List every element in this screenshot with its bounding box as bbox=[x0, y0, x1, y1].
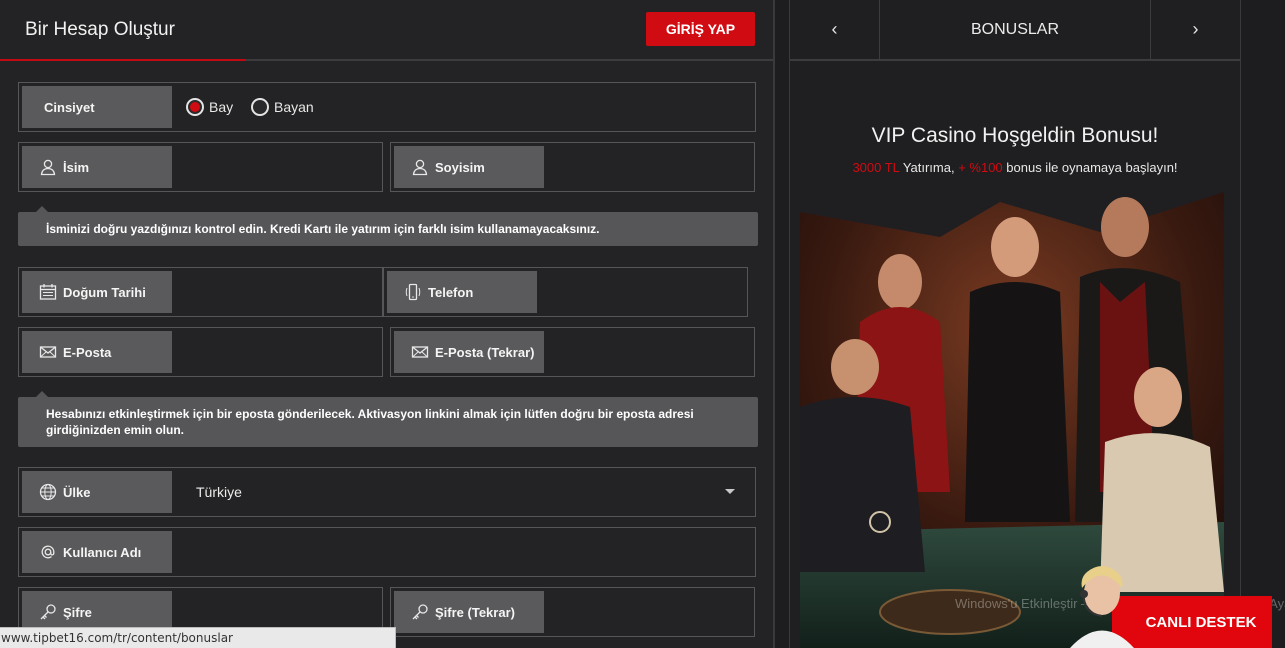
last-name-label: Soyisim bbox=[394, 146, 544, 188]
registration-header: Bir Hesap Oluştur GİRİŞ YAP bbox=[0, 0, 773, 61]
promo-title: VIP Casino Hoşgeldin Bonusu! bbox=[871, 124, 1159, 147]
gender-label: Cinsiyet bbox=[22, 86, 172, 128]
gender-field: Cinsiyet Bay Bayan bbox=[18, 82, 756, 132]
page-title: Bir Hesap Oluştur bbox=[25, 19, 175, 40]
username-label: Kullanıcı Adı bbox=[22, 531, 172, 573]
radio-female[interactable] bbox=[251, 98, 269, 116]
email-hint: Hesabınızı etkinleştirmek için bir epost… bbox=[18, 391, 758, 447]
password-repeat-label-text: Şifre (Tekrar) bbox=[435, 604, 515, 620]
username-field[interactable]: Kullanıcı Adı bbox=[18, 527, 756, 577]
birth-date-field[interactable]: Doğum Tarihi bbox=[18, 267, 383, 317]
name-hint: İsminizi doğru yazdığınızı kontrol edin.… bbox=[18, 206, 758, 246]
country-value[interactable]: Türkiye bbox=[196, 468, 242, 516]
phone-field[interactable]: Telefon bbox=[383, 267, 748, 317]
prev-button[interactable]: ‹ bbox=[790, 0, 880, 59]
gender-option-male[interactable]: Bay bbox=[186, 83, 233, 131]
birth-date-label-text: Doğum Tarihi bbox=[63, 284, 146, 300]
phone-icon bbox=[404, 283, 422, 301]
email-repeat-label-text: E-Posta (Tekrar) bbox=[435, 344, 535, 360]
password-repeat-field[interactable]: Şifre (Tekrar) bbox=[390, 587, 755, 637]
key-icon bbox=[411, 603, 429, 621]
country-label: Ülke bbox=[22, 471, 172, 513]
email-repeat-field[interactable]: E-Posta (Tekrar) bbox=[390, 327, 755, 377]
login-button[interactable]: GİRİŞ YAP bbox=[646, 12, 755, 46]
at-icon bbox=[39, 543, 57, 561]
last-name-field[interactable]: Soyisim bbox=[390, 142, 755, 192]
title-underline bbox=[0, 59, 245, 61]
password-repeat-label: Şifre (Tekrar) bbox=[394, 591, 544, 633]
radio-male[interactable] bbox=[186, 98, 204, 116]
phone-label-text: Telefon bbox=[428, 284, 474, 300]
promo-text-2: bonus ile oynamaya başlayın! bbox=[1002, 160, 1178, 175]
phone-label: Telefon bbox=[387, 271, 537, 313]
first-name-label: İsim bbox=[22, 146, 172, 188]
country-label-text: Ülke bbox=[63, 484, 91, 500]
promo-subtitle: 3000 TL Yatırıma, + %100 bonus ile oynam… bbox=[790, 160, 1240, 175]
globe-icon bbox=[39, 483, 57, 501]
email-label: E-Posta bbox=[22, 331, 172, 373]
gender-option-male-label: Bay bbox=[209, 99, 234, 115]
username-label-text: Kullanıcı Adı bbox=[63, 544, 142, 560]
support-agent-avatar bbox=[1062, 558, 1142, 648]
calendar-icon bbox=[39, 283, 57, 301]
email-field[interactable]: E-Posta bbox=[18, 327, 383, 377]
email-label-text: E-Posta bbox=[63, 344, 112, 360]
birth-date-label: Doğum Tarihi bbox=[22, 271, 172, 313]
promo-text-1: Yatırıma, bbox=[899, 160, 959, 175]
promo-bonus: + %100 bbox=[958, 160, 1003, 175]
email-repeat-label: E-Posta (Tekrar) bbox=[394, 331, 544, 373]
user-icon bbox=[39, 158, 57, 176]
first-name-field[interactable]: İsim bbox=[18, 142, 383, 192]
status-bar-url: www.tipbet16.com/tr/content/bonuslar bbox=[0, 627, 396, 648]
chevron-down-icon[interactable] bbox=[725, 489, 735, 494]
promo-amount: 3000 TL bbox=[852, 160, 900, 175]
country-select[interactable]: Ülke Türkiye bbox=[18, 467, 756, 517]
envelope-icon bbox=[39, 343, 57, 361]
gender-option-female[interactable]: Bayan bbox=[251, 83, 314, 131]
gender-option-female-label: Bayan bbox=[274, 99, 314, 115]
password-label-text: Şifre bbox=[63, 604, 92, 620]
first-name-label-text: İsim bbox=[63, 159, 90, 175]
last-name-label-text: Soyisim bbox=[435, 159, 485, 175]
envelope-icon bbox=[411, 343, 429, 361]
user-icon bbox=[411, 158, 429, 176]
section-title: BONUSLAR bbox=[970, 21, 1060, 38]
key-icon bbox=[39, 603, 57, 621]
promo-image[interactable] bbox=[800, 192, 1224, 648]
next-button[interactable]: › bbox=[1150, 0, 1240, 59]
bonus-header: ‹ BONUSLAR › bbox=[790, 0, 1240, 61]
registration-panel: Bir Hesap Oluştur GİRİŞ YAP Cinsiyet Bay… bbox=[0, 0, 775, 648]
live-chat-widget[interactable]: CANLI DESTEK bbox=[1062, 566, 1272, 648]
